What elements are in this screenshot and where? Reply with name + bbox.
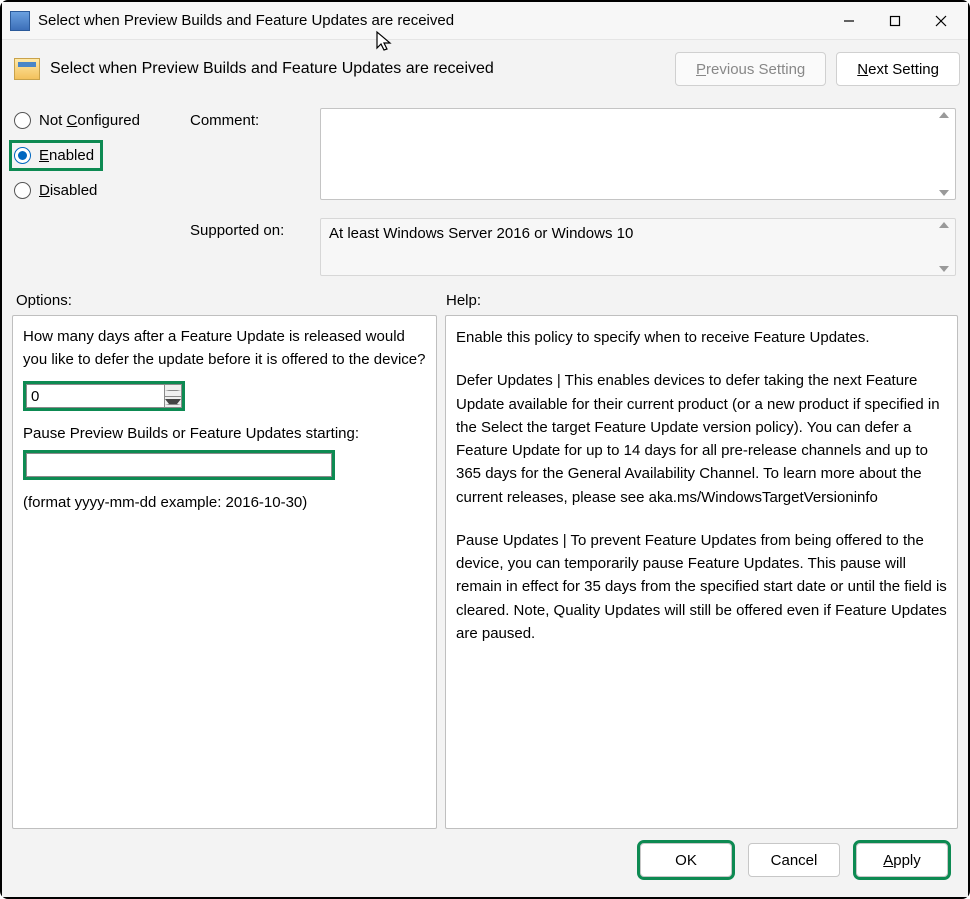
maximize-button[interactable] bbox=[872, 5, 918, 37]
radio-icon bbox=[14, 112, 31, 129]
previous-setting-button[interactable]: Previous Setting bbox=[675, 52, 826, 86]
policy-heading: Select when Preview Builds and Feature U… bbox=[50, 60, 494, 78]
help-paragraph: Enable this policy to specify when to re… bbox=[456, 326, 947, 349]
policy-icon bbox=[14, 58, 40, 80]
spinner-down[interactable] bbox=[165, 397, 181, 408]
next-label: ext Setting bbox=[868, 61, 939, 78]
heading-row: Select when Preview Builds and Feature U… bbox=[10, 40, 960, 100]
apply-label: pply bbox=[893, 852, 921, 869]
prev-label: revious Setting bbox=[706, 61, 805, 78]
minimize-button[interactable] bbox=[826, 5, 872, 37]
supported-label: Supported on: bbox=[190, 218, 320, 239]
radio-icon bbox=[14, 147, 31, 164]
pause-date-input[interactable] bbox=[26, 453, 332, 477]
help-panel: Enable this policy to specify when to re… bbox=[445, 315, 958, 829]
supported-on-value: At least Windows Server 2016 or Windows … bbox=[329, 225, 633, 242]
defer-days-spinner[interactable] bbox=[164, 384, 182, 408]
radio-not-configured[interactable]: Not Configured bbox=[14, 112, 174, 129]
pause-date-label: Pause Preview Builds or Feature Updates … bbox=[23, 425, 426, 442]
help-paragraph: Pause Updates | To prevent Feature Updat… bbox=[456, 529, 947, 645]
scroll-arrows[interactable] bbox=[936, 112, 952, 196]
spinner-up[interactable] bbox=[165, 385, 181, 397]
pause-date-format-hint: (format yyyy-mm-dd example: 2016-10-30) bbox=[23, 494, 426, 511]
app-icon bbox=[10, 11, 30, 31]
radio-enabled[interactable]: Enabled bbox=[14, 147, 94, 164]
radio-disabled[interactable]: Disabled bbox=[14, 182, 174, 199]
supported-on-box: At least Windows Server 2016 or Windows … bbox=[320, 218, 956, 276]
scroll-arrows[interactable] bbox=[936, 222, 952, 272]
close-button[interactable] bbox=[918, 5, 964, 37]
window-title: Select when Preview Builds and Feature U… bbox=[38, 12, 454, 29]
radio-icon bbox=[14, 182, 31, 199]
options-section-label: Options: bbox=[16, 292, 446, 309]
dialog-footer: OK Cancel Apply bbox=[10, 829, 960, 889]
next-setting-button[interactable]: Next Setting bbox=[836, 52, 960, 86]
help-section-label: Help: bbox=[446, 292, 481, 309]
options-panel: How many days after a Feature Update is … bbox=[12, 315, 437, 829]
ok-button[interactable]: OK bbox=[640, 843, 732, 877]
defer-days-input[interactable] bbox=[26, 384, 164, 408]
help-paragraph: Defer Updates | This enables devices to … bbox=[456, 369, 947, 509]
apply-button[interactable]: Apply bbox=[856, 843, 948, 877]
comment-textbox[interactable] bbox=[320, 108, 956, 200]
comment-label: Comment: bbox=[190, 108, 320, 129]
cancel-button[interactable]: Cancel bbox=[748, 843, 840, 877]
titlebar: Select when Preview Builds and Feature U… bbox=[2, 2, 968, 40]
defer-days-question: How many days after a Feature Update is … bbox=[23, 326, 426, 371]
